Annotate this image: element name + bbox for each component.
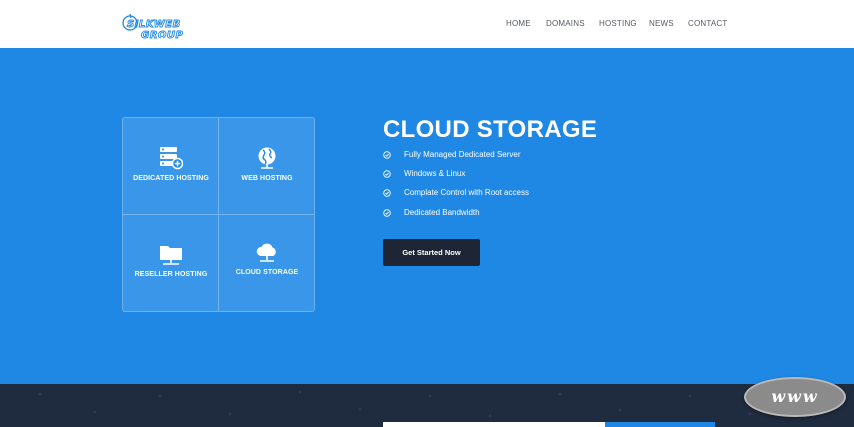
feature-item: Windows & Linux bbox=[383, 169, 583, 181]
www-watermark-badge: www bbox=[744, 377, 846, 417]
feature-text: Fully Managed Dedicated Server bbox=[404, 150, 521, 159]
domain-search-section bbox=[0, 384, 854, 427]
service-web-hosting[interactable]: WEB HOSTING bbox=[219, 118, 314, 215]
folder-network-icon bbox=[159, 242, 183, 266]
server-add-icon bbox=[159, 146, 183, 170]
feature-item: Fully Managed Dedicated Server bbox=[383, 150, 583, 162]
service-label: WEB HOSTING bbox=[241, 175, 293, 182]
check-circle-icon bbox=[383, 189, 391, 197]
watermark-text: www bbox=[771, 387, 819, 406]
nav-home[interactable]: HOME bbox=[506, 19, 531, 28]
nav-news[interactable]: NEWS bbox=[649, 19, 674, 28]
service-reseller-hosting[interactable]: RESELLER HOSTING bbox=[123, 215, 219, 311]
main-nav: HOME DOMAINS HOSTING NEWS CONTACT bbox=[0, 19, 854, 31]
nav-domains[interactable]: DOMAINS bbox=[546, 19, 585, 28]
service-label: CLOUD STORAGE bbox=[235, 269, 299, 276]
hero-title: CLOUD STORAGE bbox=[383, 116, 598, 143]
feature-item: Complate Control with Root access bbox=[383, 188, 583, 200]
service-grid: DEDICATED HOSTING WEB HOSTING RESELLER H… bbox=[122, 117, 315, 312]
search-title: Search Your Domain Name bbox=[122, 34, 301, 50]
service-dedicated-hosting[interactable]: DEDICATED HOSTING bbox=[123, 118, 219, 215]
dot-pattern-background bbox=[38, 390, 812, 418]
service-label: RESELLER HOSTING bbox=[134, 271, 208, 278]
feature-item: Dedicated Bandwidth bbox=[383, 208, 583, 220]
check-circle-icon bbox=[383, 209, 391, 217]
check-circle-icon bbox=[383, 151, 391, 159]
feature-text: Windows & Linux bbox=[404, 169, 466, 178]
service-label: DEDICATED HOSTING bbox=[133, 175, 209, 182]
domain-search-input[interactable] bbox=[383, 422, 605, 427]
feature-text: Dedicated Bandwidth bbox=[404, 208, 480, 217]
get-started-button[interactable]: Get Started Now bbox=[383, 239, 480, 266]
service-cloud-storage[interactable]: CLOUD STORAGE bbox=[219, 215, 314, 311]
nav-hosting[interactable]: HOSTING bbox=[599, 19, 637, 28]
feature-text: Complate Control with Root access bbox=[404, 188, 529, 197]
domain-search-button[interactable] bbox=[605, 422, 715, 427]
cloud-network-icon bbox=[255, 240, 279, 264]
globe-icon bbox=[255, 146, 279, 170]
nav-contact[interactable]: CONTACT bbox=[688, 19, 727, 28]
check-circle-icon bbox=[383, 170, 391, 178]
